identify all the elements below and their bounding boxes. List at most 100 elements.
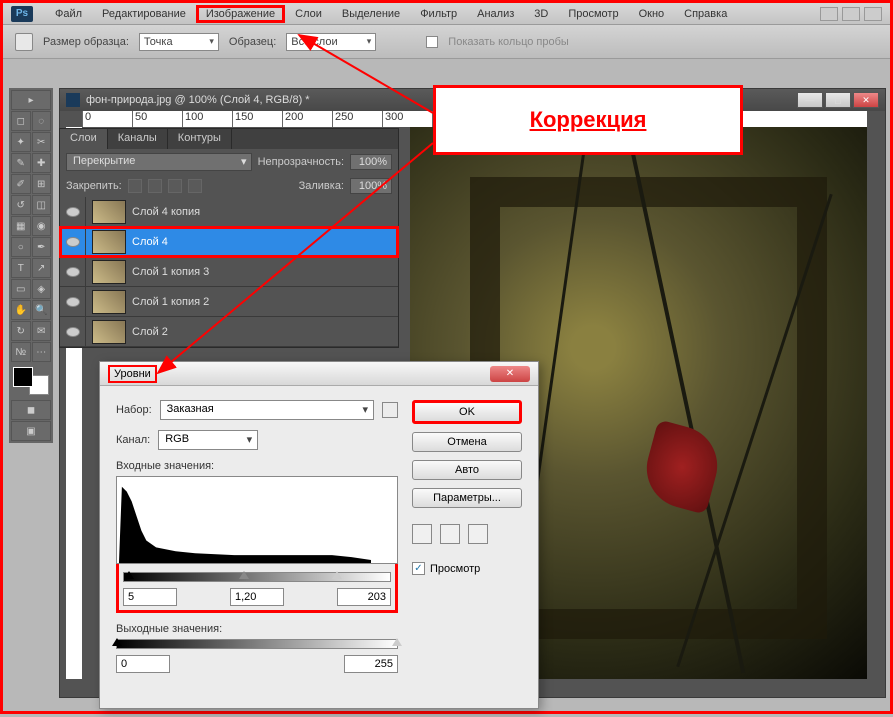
workspace-btn-3[interactable] [864,7,882,21]
screenmode-toggle[interactable]: ▣ [11,421,51,441]
visibility-icon[interactable] [66,327,80,337]
stamp-tool[interactable]: ⊞ [32,174,52,194]
layer-name: Слой 1 копия 2 [132,296,209,308]
sample-layers-select[interactable]: Все слои [286,33,376,51]
white-point-input[interactable] [337,588,391,606]
lock-pixels-icon[interactable] [148,179,162,193]
output-gradient[interactable] [116,639,398,649]
visibility-icon[interactable] [66,207,80,217]
black-point-input[interactable] [123,588,177,606]
preview-checkbox[interactable]: ✓ [412,562,425,575]
close-button[interactable]: ✕ [853,92,879,108]
blur-tool[interactable]: ◉ [32,216,52,236]
gradient-tool[interactable]: ▦ [11,216,31,236]
layer-row[interactable]: Слой 1 копия 2 [60,287,398,317]
menu-select[interactable]: Выделение [332,5,410,23]
pen-tool[interactable]: ✒ [32,237,52,257]
visibility-icon[interactable] [66,267,80,277]
input-gradient[interactable] [123,572,391,582]
tab-channels[interactable]: Каналы [108,129,168,149]
black-point-slider[interactable] [124,571,134,579]
preset-select[interactable]: Заказная [160,400,374,420]
channel-select[interactable]: RGB [158,430,258,450]
path-tool[interactable]: ↗ [32,258,52,278]
eraser-tool[interactable]: ◫ [32,195,52,215]
eyedropper-tool-icon[interactable] [15,33,33,51]
gamma-input[interactable] [230,588,284,606]
dialog-close-button[interactable]: ✕ [490,366,530,382]
auto-button[interactable]: Авто [412,460,522,480]
rotate-tool[interactable]: ↻ [11,321,31,341]
black-eyedropper-icon[interactable] [412,524,432,544]
tab-paths[interactable]: Контуры [168,129,232,149]
layer-row[interactable]: Слой 2 [60,317,398,347]
preset-menu-icon[interactable] [382,402,398,418]
menu-analysis[interactable]: Анализ [467,5,524,23]
quickmask-toggle[interactable]: ◼ [11,400,51,420]
3d-tool[interactable]: ◈ [32,279,52,299]
lock-position-icon[interactable] [168,179,182,193]
options-button[interactable]: Параметры... [412,488,522,508]
lasso-tool[interactable]: ◌ [32,111,52,131]
menu-3d[interactable]: 3D [524,5,558,23]
eyedropper-tool[interactable]: ✎ [11,153,31,173]
white-eyedropper-icon[interactable] [468,524,488,544]
misc-tool[interactable]: ⋯ [32,342,52,362]
lock-label: Закрепить: [66,180,122,192]
histogram [116,476,398,564]
count-tool[interactable]: № [11,342,31,362]
visibility-icon[interactable] [66,297,80,307]
color-swatches[interactable] [11,367,51,395]
hand-tool[interactable]: ✋ [11,300,31,320]
opacity-input[interactable]: 100% [350,154,392,170]
ok-button[interactable]: OK [412,400,522,424]
layer-row[interactable]: Слой 1 копия 3 [60,257,398,287]
blend-mode-select[interactable]: Перекрытие [66,153,252,171]
wand-tool[interactable]: ✦ [11,132,31,152]
foreground-color[interactable] [13,367,33,387]
gamma-slider[interactable] [239,571,249,579]
move-tool[interactable]: ▸ [11,90,51,110]
workspace-btn-2[interactable] [842,7,860,21]
menu-help[interactable]: Справка [674,5,737,23]
zoom-tool[interactable]: 🔍 [32,300,52,320]
history-tool[interactable]: ↺ [11,195,31,215]
menu-window[interactable]: Окно [629,5,675,23]
white-point-slider[interactable] [332,571,342,579]
tab-layers[interactable]: Слои [60,129,108,149]
visibility-icon[interactable] [66,237,80,247]
layer-row-selected[interactable]: Слой 4 [60,227,398,257]
crop-tool[interactable]: ✂ [32,132,52,152]
brush-tool[interactable]: ✐ [11,174,31,194]
menu-filter[interactable]: Фильтр [410,5,467,23]
menu-image[interactable]: Изображение [196,5,285,23]
sample-size-select[interactable]: Точка [139,33,219,51]
maximize-button[interactable]: ◻ [825,92,851,108]
show-ring-checkbox[interactable] [426,36,438,48]
menu-view[interactable]: Просмотр [558,5,628,23]
layer-row[interactable]: Слой 4 копия [60,197,398,227]
lock-all-icon[interactable] [188,179,202,193]
type-tool[interactable]: T [11,258,31,278]
dodge-tool[interactable]: ○ [11,237,31,257]
menu-file[interactable]: Файл [45,5,92,23]
menu-edit[interactable]: Редактирование [92,5,196,23]
gray-eyedropper-icon[interactable] [440,524,460,544]
cancel-button[interactable]: Отмена [412,432,522,452]
output-white-slider[interactable] [392,638,402,646]
marquee-tool[interactable]: ◻ [11,111,31,131]
notes-tool[interactable]: ✉ [32,321,52,341]
menu-layer[interactable]: Слои [285,5,332,23]
dialog-title: Уровни [108,365,157,383]
fill-input[interactable]: 100% [350,178,392,194]
heal-tool[interactable]: ✚ [32,153,52,173]
lock-transparent-icon[interactable] [128,179,142,193]
dialog-titlebar[interactable]: Уровни ✕ [100,362,538,386]
workspace-btn-1[interactable] [820,7,838,21]
output-black-input[interactable] [116,655,170,673]
minimize-button[interactable]: — [797,92,823,108]
shape-tool[interactable]: ▭ [11,279,31,299]
output-black-slider[interactable] [112,638,122,646]
input-levels-group [116,561,398,613]
output-white-input[interactable] [344,655,398,673]
